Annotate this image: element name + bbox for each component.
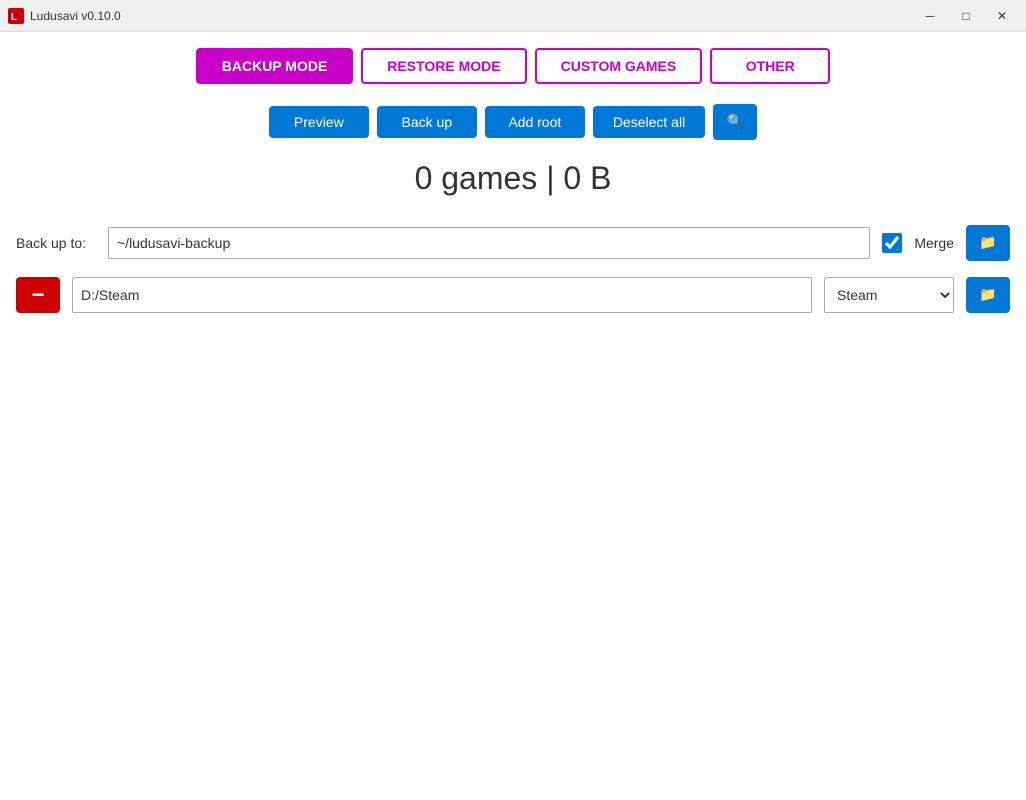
- folder-icon: [979, 234, 996, 252]
- backup-dest-label: Back up to:: [16, 235, 96, 251]
- tab-restore-mode[interactable]: RESTORE MODE: [361, 48, 526, 84]
- backup-dest-input[interactable]: [108, 227, 870, 259]
- add-root-button[interactable]: Add root: [485, 106, 585, 138]
- root-folder-button[interactable]: [966, 277, 1010, 313]
- close-button[interactable]: ✕: [986, 4, 1018, 28]
- tab-other[interactable]: OTHER: [710, 48, 830, 84]
- remove-root-button[interactable]: [16, 277, 60, 313]
- minimize-button[interactable]: ─: [914, 4, 946, 28]
- backup-button[interactable]: Back up: [377, 106, 477, 138]
- window-title: Ludusavi v0.10.0: [30, 9, 121, 23]
- tab-custom-games[interactable]: CUSTOM GAMES: [535, 48, 703, 84]
- stats-display: 0 games | 0 B: [415, 160, 612, 197]
- mode-tabs: BACKUP MODE RESTORE MODE CUSTOM GAMES OT…: [196, 48, 830, 84]
- titlebar-left: L Ludusavi v0.10.0: [8, 8, 121, 24]
- deselect-all-button[interactable]: Deselect all: [593, 106, 705, 138]
- backup-dest-row: Back up to: Merge: [16, 225, 1010, 261]
- app-icon: L: [8, 8, 24, 24]
- store-select[interactable]: Steam Other GOG Epic Lutris Heroic Legen…: [824, 277, 954, 313]
- svg-text:L: L: [11, 12, 17, 23]
- titlebar-controls: ─ □ ✕: [914, 4, 1018, 28]
- action-row: Preview Back up Add root Deselect all: [269, 104, 757, 140]
- merge-checkbox[interactable]: [882, 233, 902, 253]
- folder-icon-2: [979, 286, 996, 304]
- backup-dest-folder-button[interactable]: [966, 225, 1010, 261]
- maximize-button[interactable]: □: [950, 4, 982, 28]
- titlebar: L Ludusavi v0.10.0 ─ □ ✕: [0, 0, 1026, 32]
- root-path-input[interactable]: [72, 277, 812, 313]
- preview-button[interactable]: Preview: [269, 106, 369, 138]
- main-content: BACKUP MODE RESTORE MODE CUSTOM GAMES OT…: [0, 32, 1026, 800]
- merge-label: Merge: [914, 235, 954, 251]
- search-button[interactable]: [713, 104, 757, 140]
- root-row-0: Steam Other GOG Epic Lutris Heroic Legen…: [16, 277, 1010, 313]
- search-icon: [726, 113, 743, 131]
- minus-icon: [32, 282, 45, 308]
- tab-backup-mode[interactable]: BACKUP MODE: [196, 48, 354, 84]
